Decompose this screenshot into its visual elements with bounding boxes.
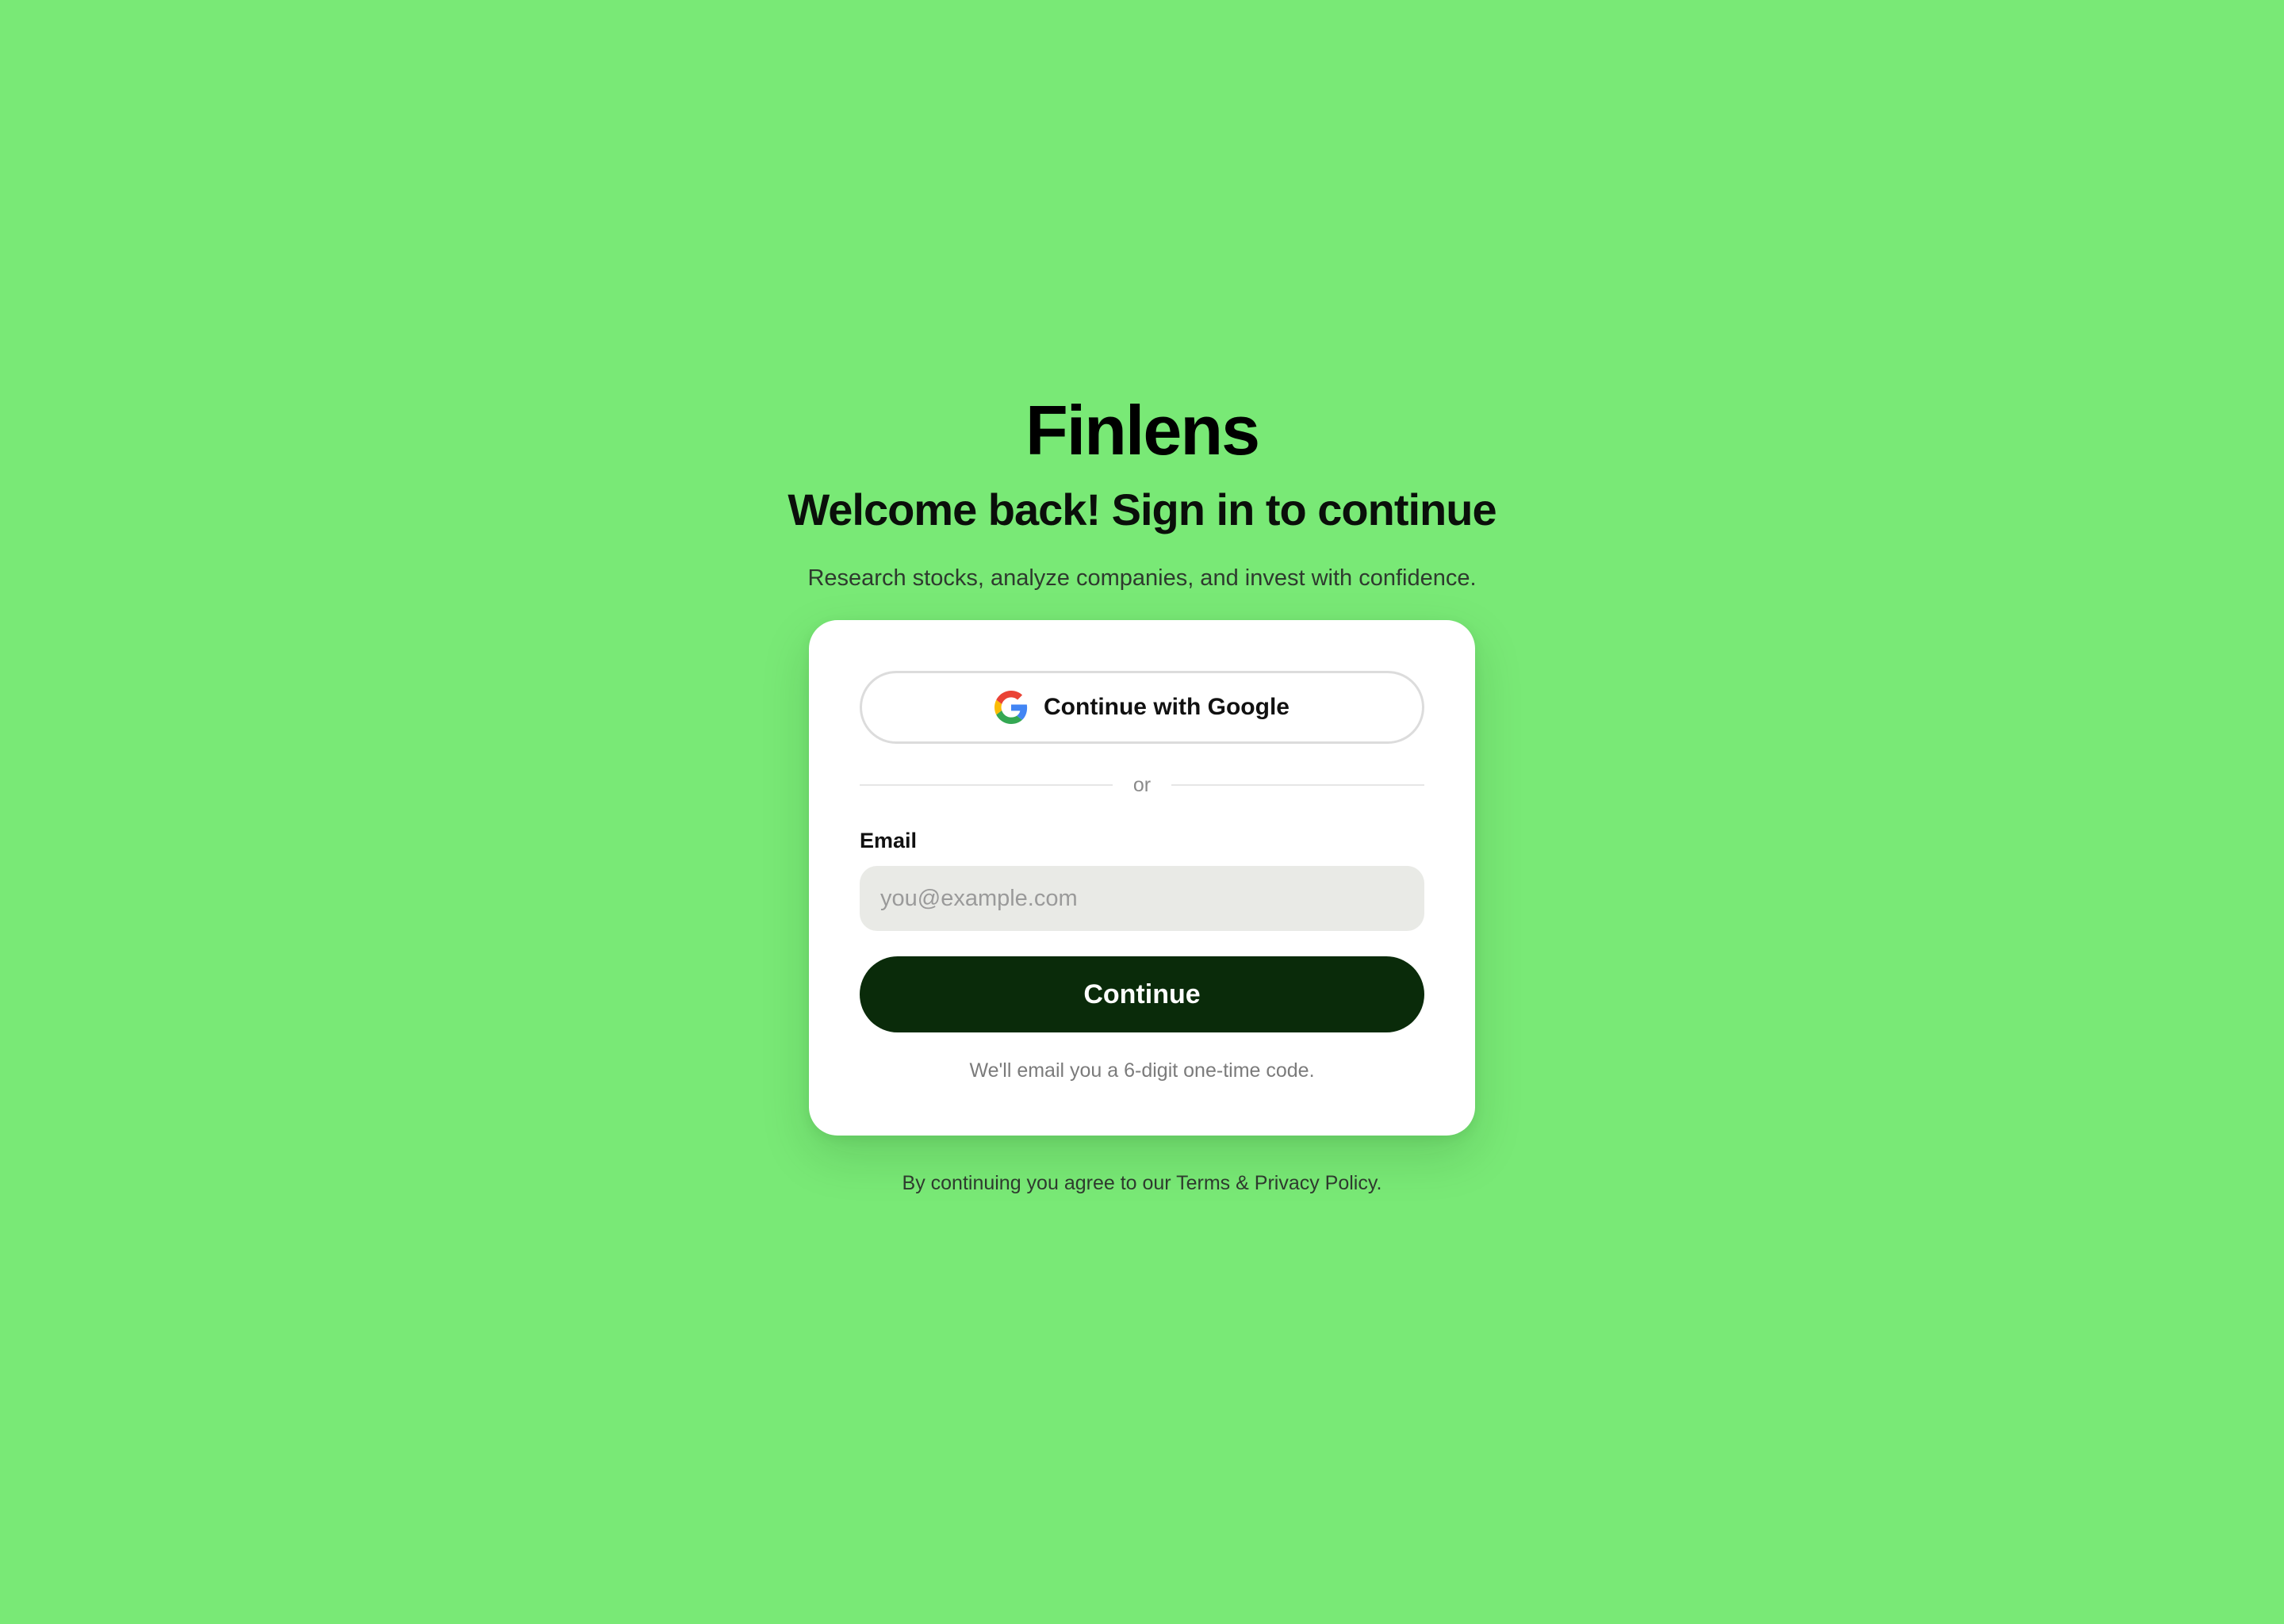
legal-notice: By continuing you agree to our Terms & P… [902,1172,1382,1195]
google-icon [994,691,1028,724]
terms-link[interactable]: Terms [1176,1172,1230,1194]
divider-line-right [1171,784,1425,786]
divider-text: or [1132,773,1152,796]
privacy-policy-link[interactable]: Privacy Policy [1255,1172,1377,1194]
legal-prefix: By continuing you agree to our [902,1172,1177,1194]
tagline: Research stocks, analyze companies, and … [807,565,1477,591]
email-input[interactable] [860,866,1424,931]
page-title: Welcome back! Sign in to continue [788,485,1496,534]
legal-suffix: . [1376,1172,1382,1194]
sign-in-page: Finlens Welcome back! Sign in to continu… [0,0,2284,1624]
divider-line-left [860,784,1113,786]
sign-in-card: Continue with Google or Email Continue W… [809,620,1475,1136]
legal-and: & [1230,1172,1255,1194]
google-button-label: Continue with Google [1044,694,1290,720]
email-label: Email [860,829,918,852]
continue-with-google-button[interactable]: Continue with Google [860,671,1424,744]
brand-logo-text: Finlens [1025,391,1260,469]
or-divider: or [860,771,1425,799]
continue-button[interactable]: Continue [860,956,1424,1032]
otp-hint-text: We'll email you a 6-digit one-time code. [969,1059,1315,1082]
